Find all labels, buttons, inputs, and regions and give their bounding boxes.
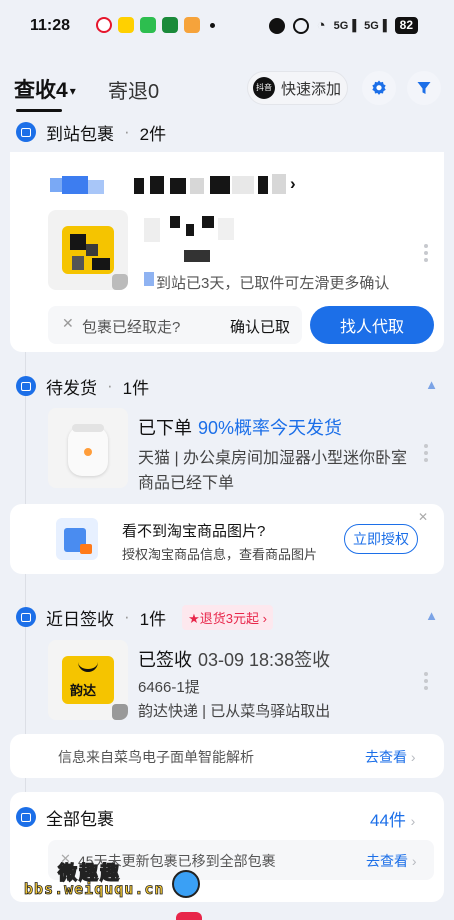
status-bar: 11:28 ◔ 5G▐ 5G▐ 82 [0,0,454,54]
settings-button[interactable] [362,71,396,105]
mascot-icon [172,870,200,898]
close-icon[interactable]: ✕ [418,510,428,524]
section-header-signed[interactable]: 近日签收 · 1件 ★退货3元起 › [16,602,273,632]
tab-send[interactable]: 寄退0 [108,75,159,104]
section-title: 近日签收 [46,609,114,629]
wechat-icon [140,17,156,33]
section-count: 2件 [139,124,167,144]
app-green-icon [162,17,178,33]
filter-icon [417,82,431,94]
caret-down-icon: ▾ [69,84,76,99]
section-count: 1件 [139,609,167,629]
header: 查收4 ▾ 寄退0 抖音 快速添加 [0,64,454,112]
signal-icon-2: 5G▐ [364,19,387,32]
signed-info-bar[interactable]: 信息来自菜鸟电子面单智能解析 去查看 › [10,734,444,778]
watermark: 微趣趣 bbs.weiququ.cn [22,856,212,906]
quick-add-button[interactable]: 抖音 快速添加 [247,71,348,105]
info-source-text: 信息来自菜鸟电子面单智能解析 [58,749,254,765]
pickup-confirm-bar: ✕ 包裹已经取走? 确认已取 [48,306,302,344]
carrier-line: 韵达快递 | 已从菜鸟驿站取出 [138,703,331,720]
more-notifications-icon [210,22,215,28]
taobao-auth-card[interactable]: 看不到淘宝商品图片? 授权淘宝商品信息，查看商品图片 立即授权 ✕ [10,504,444,574]
package-icon [16,122,36,142]
package-icon [16,807,36,827]
package-thumbnail [48,210,128,290]
signed-package-card[interactable]: 韵达 已签收 03-09 18:38签收 6466-1提 韵达快递 | 已从菜鸟… [10,636,444,730]
carrier-thumbnail: 韵达 [48,640,128,720]
arrived-package-card[interactable]: › 到站已3天，已取件可左滑更多确认 ✕ 包裹已经取走? 确认已取 找人代取 [10,152,444,352]
order-status: 已下单 [138,418,192,438]
all-packages-count[interactable]: 44件 › [370,806,415,831]
product-name: 天猫 | 办公桌房间加湿器小型迷你卧室 [138,450,408,467]
collapse-up-icon[interactable]: ▲ [425,608,438,623]
section-header-pending[interactable]: 待发货 · 1件 [16,371,149,401]
signal-icon-1: 5G▐ [333,19,357,32]
proxy-pickup-button[interactable]: 找人代取 [310,306,434,344]
signed-status: 已签收 [138,650,192,670]
section-count: 1件 [122,378,150,398]
filter-button[interactable] [407,71,441,105]
more-options-icon[interactable] [424,444,428,465]
pending-order-card[interactable]: 已下单 90%概率今天发货 天猫 | 办公桌房间加湿器小型迷你卧室 商品已经下单 [10,404,444,494]
status-time: 11:28 [30,17,71,34]
auth-title: 看不到淘宝商品图片? [122,523,266,540]
section-title: 待发货 [46,378,97,398]
arrived-status-text: 到站已3天，已取件可左滑更多确认 [156,275,390,292]
section-header-all[interactable]: 全部包裹 [16,802,114,832]
tab-collect[interactable]: 查收4 ▾ [14,74,76,112]
package-icon [16,607,36,627]
more-options-icon[interactable] [424,244,428,265]
order-note: 商品已经下单 [138,475,235,492]
edit-icon[interactable] [112,274,128,290]
view-button[interactable]: 去查看 › [365,747,416,767]
more-options-icon[interactable] [424,672,428,693]
product-thumbnail [48,408,128,488]
authorize-button[interactable]: 立即授权 [344,524,418,554]
tab-underline [16,109,62,112]
section-header-arrived[interactable]: 到站包裹 · 2件 [16,117,166,147]
collapse-up-icon[interactable]: ▲ [425,377,438,392]
floating-button-edge[interactable] [176,912,202,920]
return-shipping-badge[interactable]: ★退货3元起 › [182,604,273,630]
pickup-code: 6466-1提 [138,679,200,696]
pickup-question: 包裹已经取走? [82,319,181,336]
vpn-icon [268,17,285,34]
wifi-icon: ◔ [316,17,326,34]
weibo-icon [96,17,112,33]
view-button[interactable]: 去查看 › [366,851,417,871]
package-icon [16,376,36,396]
alarm-icon [292,17,309,34]
gear-icon [372,80,386,95]
quick-add-label: 快速添加 [281,80,342,98]
section-title: 到站包裹 [46,124,114,144]
signed-time: 03-09 18:38签收 [198,650,331,670]
douyin-icon: 抖音 [253,77,275,99]
dismiss-icon[interactable]: ✕ [62,315,74,332]
confirm-picked-button[interactable]: 确认已取 [230,316,290,337]
ship-probability: 90%概率今天发货 [198,418,343,438]
auth-description: 授权淘宝商品信息，查看商品图片 [122,547,318,562]
notification-icons [96,17,215,33]
system-icons: ◔ 5G▐ 5G▐ 82 [268,17,418,34]
app-yellow-icon [118,17,134,33]
section-title: 全部包裹 [46,809,114,829]
taobao-image-icon [56,518,98,560]
app-orange-icon [184,17,200,33]
edit-icon[interactable] [112,704,128,720]
battery-icon: 82 [394,17,418,34]
